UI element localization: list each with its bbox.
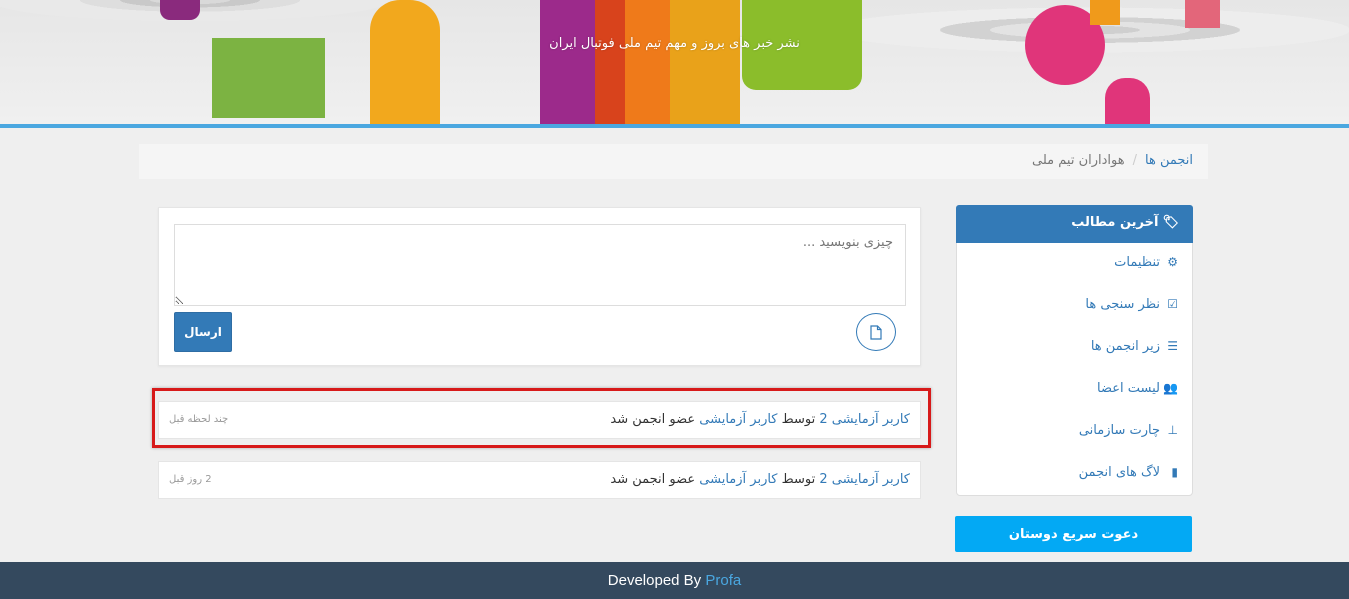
sidebar-item-label: چارت سازمانی bbox=[1078, 423, 1160, 438]
banner-figure-orange bbox=[370, 0, 440, 124]
breadcrumb-root-link[interactable]: انجمن ها bbox=[1145, 153, 1193, 168]
activity-action: عضو انجمن شد bbox=[610, 412, 696, 427]
banner-figure-rose bbox=[1185, 0, 1220, 28]
banner-figure-orange2 bbox=[625, 0, 670, 124]
activity-actor-link[interactable]: کاربر آزمایشی bbox=[699, 412, 777, 427]
tags-icon: 🏷 bbox=[1162, 215, 1179, 230]
sidebar-item-label: تنظیمات bbox=[1114, 255, 1160, 270]
activity-item: کاربر آزمایشی 2 توسط کاربر آزمایشی عضو ا… bbox=[158, 401, 921, 439]
sidebar-item-label: زیر انجمن ها bbox=[1090, 339, 1160, 354]
banner-tagline: نشر خبر های بروز و مهم تیم ملی فوتبال ای… bbox=[549, 36, 800, 51]
cogs-icon: ⚙ bbox=[1167, 255, 1178, 269]
sidebar-header[interactable]: 🏷آخرین مطالب bbox=[956, 205, 1193, 243]
send-button[interactable]: ارسال bbox=[174, 312, 232, 352]
banner-figure-purple bbox=[160, 0, 200, 20]
activity-user-link[interactable]: کاربر آزمایشی 2 bbox=[819, 412, 910, 427]
banner-figure-orange3 bbox=[1090, 0, 1120, 25]
sidebar-item-label: لاگ های انجمن bbox=[1078, 465, 1160, 480]
footer-prefix: Developed By bbox=[607, 572, 702, 589]
banner-figure-red bbox=[595, 0, 625, 124]
list-icon: ☰ bbox=[1167, 339, 1178, 353]
post-composer: ارسال bbox=[158, 207, 921, 366]
activity-action: عضو انجمن شد bbox=[610, 472, 696, 487]
sidebar-item-logs[interactable]: ▮ لاگ های انجمن bbox=[957, 453, 1192, 495]
banner-figure-magenta bbox=[540, 0, 595, 124]
breadcrumb: انجمن ها / هواداران تیم ملی bbox=[139, 144, 1208, 179]
activity-by-word: توسط bbox=[781, 412, 816, 427]
invite-friends-button[interactable]: دعوت سریع دوستان bbox=[955, 516, 1192, 552]
activity-time: 2 روز قبل bbox=[169, 474, 212, 485]
sidebar-menu: 🏷آخرین مطالب ⚙ تنظیمات ☑ نظر سنجی ها ☰ زیر … bbox=[956, 205, 1193, 496]
sidebar-item-members[interactable]: 👥لیست اعضا bbox=[957, 369, 1192, 411]
sidebar-item-settings[interactable]: ⚙ تنظیمات bbox=[957, 243, 1192, 285]
users-icon: 👥 bbox=[1163, 381, 1178, 395]
sidebar-item-org-chart[interactable]: ⊥ چارت سازمانی bbox=[957, 411, 1192, 453]
sitemap-icon: ⊥ bbox=[1167, 423, 1178, 437]
sidebar-item-label: نظر سنجی ها bbox=[1085, 297, 1160, 312]
file-icon: ▮ bbox=[1171, 465, 1178, 479]
breadcrumb-separator: / bbox=[1132, 153, 1138, 168]
footer: Developed By Profa bbox=[0, 562, 1349, 599]
post-input[interactable] bbox=[174, 224, 906, 306]
sidebar-item-polls[interactable]: ☑ نظر سنجی ها bbox=[957, 285, 1192, 327]
banner-figure-pink bbox=[1105, 78, 1150, 124]
activity-time: چند لحظه قبل bbox=[169, 414, 229, 425]
activity-by-word: توسط bbox=[781, 472, 816, 487]
activity-actor-link[interactable]: کاربر آزمایشی bbox=[699, 472, 777, 487]
footer-brand-link[interactable]: Profa bbox=[705, 572, 741, 589]
banner-figure-yellow bbox=[670, 0, 740, 124]
header-banner: نشر خبر های بروز و مهم تیم ملی فوتبال ای… bbox=[0, 0, 1349, 124]
activity-user-link[interactable]: کاربر آزمایشی 2 bbox=[819, 472, 910, 487]
breadcrumb-current: هواداران تیم ملی bbox=[1032, 153, 1125, 168]
sidebar-title: آخرین مطالب bbox=[1071, 215, 1159, 230]
banner-divider bbox=[0, 124, 1349, 128]
sidebar-item-subforums[interactable]: ☰ زیر انجمن ها bbox=[957, 327, 1192, 369]
sidebar-item-label: لیست اعضا bbox=[1097, 381, 1160, 396]
file-icon bbox=[870, 324, 882, 340]
activity-item: کاربر آزمایشی 2 توسط کاربر آزمایشی عضو ا… bbox=[158, 461, 921, 499]
check-square-icon: ☑ bbox=[1167, 297, 1178, 311]
attach-file-button[interactable] bbox=[856, 313, 896, 351]
